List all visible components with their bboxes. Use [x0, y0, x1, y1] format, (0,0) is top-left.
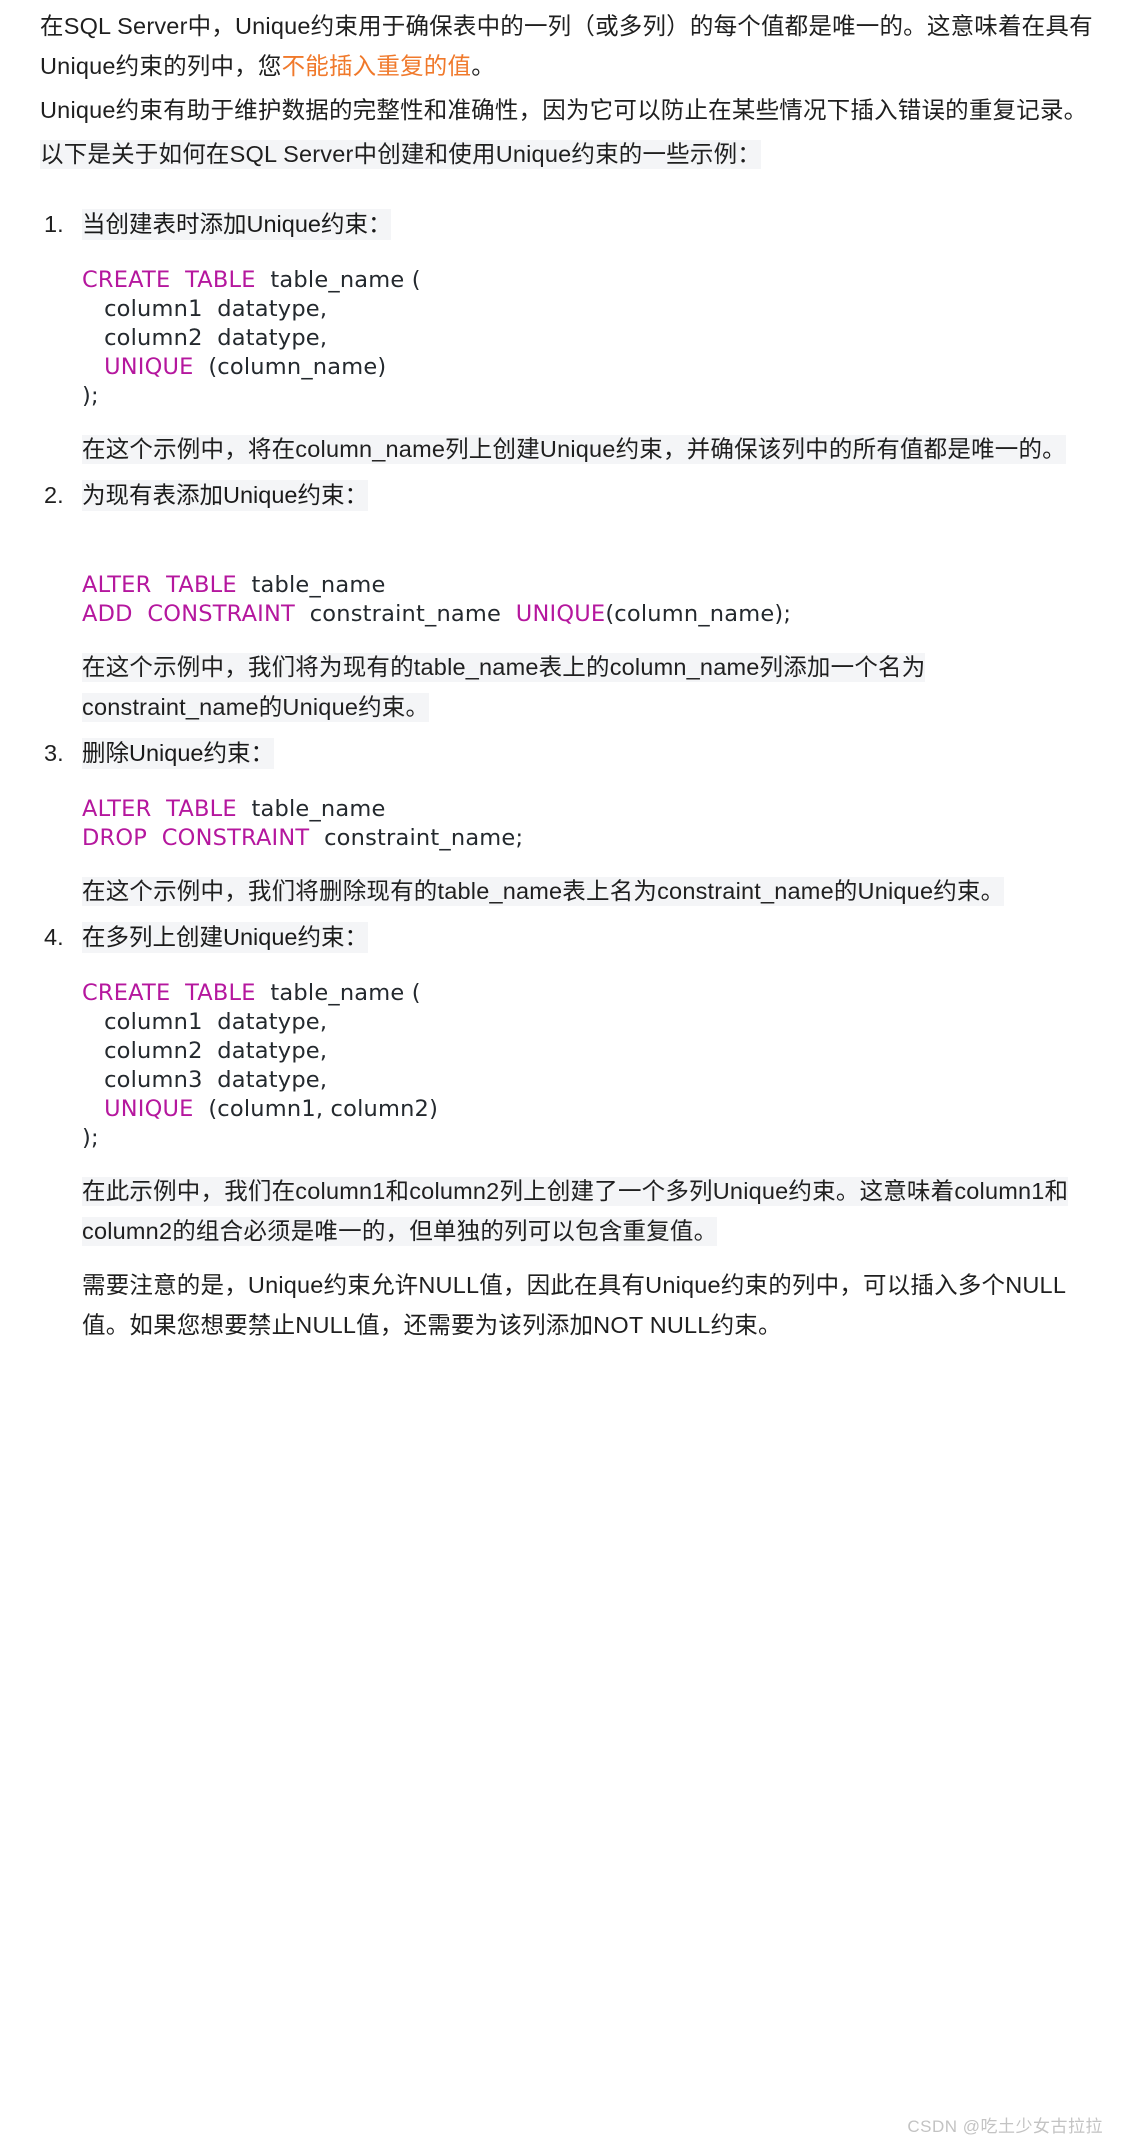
step-4-explanation: 在此示例中，我们在column1和column2列上创建了一个多列Unique约…	[82, 1171, 1097, 1251]
sql-keyword-add: ADD	[82, 601, 133, 627]
intro-paragraph-1: 在SQL Server中，Unique约束用于确保表中的一列（或多列）的每个值都…	[40, 6, 1097, 86]
code-block-create-multi: CREATE TABLE table_name ( column1 dataty…	[82, 979, 1097, 1153]
step-3-explanation-text: 在这个示例中，我们将删除现有的table_name表上名为constraint_…	[82, 877, 1005, 906]
code-block-create-table: CREATE TABLE table_name ( column1 dataty…	[82, 266, 1097, 411]
step-1-title: 当创建表时添加Unique约束：	[82, 204, 1097, 244]
sql-table-name: table_name	[251, 796, 386, 822]
csdn-watermark: CSDN @吃土少女古拉拉	[907, 2117, 1103, 2136]
sql-unique-args: (column1, column2)	[208, 1096, 439, 1122]
list-item: 在多列上创建Unique约束： CREATE TABLE table_name …	[40, 917, 1097, 1345]
sql-keyword-table: TABLE	[185, 267, 256, 293]
closing-paragraph: 需要注意的是，Unique约束允许NULL值，因此在具有Unique约束的列中，…	[82, 1272, 1067, 1338]
sql-keyword-table: TABLE	[166, 572, 237, 598]
sql-constraint-name: constraint_name	[309, 601, 502, 627]
emphasis-text: 不能插入重复的值	[281, 53, 472, 79]
article-body: 在SQL Server中，Unique约束用于确保表中的一列（或多列）的每个值都…	[0, 0, 1137, 1361]
steps-list: 当创建表时添加Unique约束： CREATE TABLE table_name…	[40, 204, 1097, 1345]
step-3-title-text: 删除Unique约束：	[82, 738, 274, 769]
step-4-title-text: 在多列上创建Unique约束：	[82, 922, 368, 953]
step-2-explanation: 在这个示例中，我们将为现有的table_name表上的column_name列添…	[82, 647, 1097, 727]
step-1-explanation: 在这个示例中，将在column_name列上创建Unique约束，并确保该列中的…	[82, 429, 1097, 469]
sql-keyword-alter: ALTER	[82, 572, 152, 598]
sql-close: );	[82, 1125, 99, 1151]
sql-column-1: column1 datatype,	[104, 1009, 328, 1035]
code-block-alter-add: ALTER TABLE table_name ADD CONSTRAINT co…	[82, 571, 1097, 629]
sql-table-name: table_name	[251, 572, 386, 598]
step-1-title-text: 当创建表时添加Unique约束：	[82, 209, 392, 240]
intro-text-before: 在SQL Server中，Unique约束用于确保表中的一列（或多列）的每个值都…	[40, 13, 1093, 79]
step-2-explanation-text: 在这个示例中，我们将为现有的table_name表上的column_name列添…	[82, 653, 926, 722]
sql-column-2: column2 datatype,	[104, 1038, 328, 1064]
sql-table-name: table_name (	[270, 980, 421, 1006]
sql-keyword-create: CREATE	[82, 267, 171, 293]
sql-keyword-constraint: CONSTRAINT	[147, 601, 295, 627]
list-item: 删除Unique约束： ALTER TABLE table_name DROP …	[40, 733, 1097, 911]
step-4-explanation-text: 在此示例中，我们在column1和column2列上创建了一个多列Unique约…	[82, 1177, 1069, 1246]
sql-constraint-name: constraint_name;	[324, 825, 524, 851]
sql-keyword-table: TABLE	[166, 796, 237, 822]
step-2-title: 为现有表添加Unique约束：	[82, 475, 1097, 515]
sql-keyword-unique: UNIQUE	[104, 1096, 194, 1122]
code-block-alter-drop: ALTER TABLE table_name DROP CONSTRAINT c…	[82, 795, 1097, 853]
step-1-explanation-text: 在这个示例中，将在column_name列上创建Unique约束，并确保该列中的…	[82, 435, 1066, 464]
sql-keyword-create: CREATE	[82, 980, 171, 1006]
sql-table-name: table_name (	[270, 267, 421, 293]
sql-keyword-drop: DROP	[82, 825, 148, 851]
intro-paragraph-2: Unique约束有助于维护数据的完整性和准确性，因为它可以防止在某些情况下插入错…	[40, 97, 1088, 123]
sql-keyword-alter: ALTER	[82, 796, 152, 822]
intro-paragraph-3-text: 以下是关于如何在SQL Server中创建和使用Unique约束的一些示例：	[40, 140, 761, 169]
step-4-title: 在多列上创建Unique约束：	[82, 917, 1097, 957]
sql-keyword-unique: UNIQUE	[104, 354, 194, 380]
step-2-title-text: 为现有表添加Unique约束：	[82, 480, 368, 511]
step-3-explanation: 在这个示例中，我们将删除现有的table_name表上名为constraint_…	[82, 871, 1097, 911]
intro-text-after: 。	[471, 53, 495, 79]
sql-column-1: column1 datatype,	[104, 296, 328, 322]
sql-unique-args: (column_name)	[208, 354, 387, 380]
step-3-title: 删除Unique约束：	[82, 733, 1097, 773]
sql-unique-args: (column_name);	[605, 601, 792, 627]
sql-column-2: column2 datatype,	[104, 325, 328, 351]
list-item: 为现有表添加Unique约束： ALTER TABLE table_name A…	[40, 475, 1097, 727]
sql-close: );	[82, 383, 99, 409]
sql-keyword-table: TABLE	[185, 980, 256, 1006]
sql-column-3: column3 datatype,	[104, 1067, 328, 1093]
sql-keyword-constraint: CONSTRAINT	[161, 825, 310, 851]
sql-keyword-unique: UNIQUE	[515, 601, 606, 627]
intro-paragraph-3: 以下是关于如何在SQL Server中创建和使用Unique约束的一些示例：	[40, 134, 1097, 174]
list-item: 当创建表时添加Unique约束： CREATE TABLE table_name…	[40, 204, 1097, 469]
